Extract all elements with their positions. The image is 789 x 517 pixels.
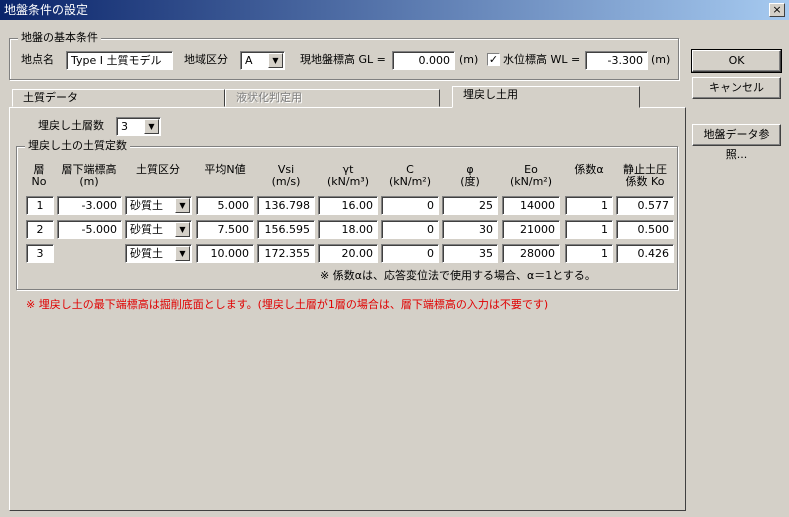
close-button[interactable]: ×: [769, 3, 785, 17]
header-eo: Eo (kN/m²): [509, 163, 552, 188]
backfill-bottom-note: ※ 埋戻し土の最下端標高は掘削底面とします。(埋戻し土層が1層の場合は、層下端標…: [26, 298, 549, 311]
tab-backfill[interactable]: 埋戻し土用: [452, 86, 640, 108]
gl-label: 現地盤標高 GL =: [300, 53, 386, 66]
header-alpha: 係数α: [574, 163, 604, 176]
row-gamma-input[interactable]: 18.00: [318, 220, 378, 239]
row-phi-input[interactable]: 35: [442, 244, 498, 263]
gl-unit: (m): [459, 53, 479, 66]
row-alpha-input[interactable]: 1: [565, 196, 613, 215]
row-n-input[interactable]: 10.000: [196, 244, 254, 263]
row-ko-input[interactable]: 0.500: [616, 220, 674, 239]
row-eo-input[interactable]: 28000: [502, 244, 560, 263]
window-titlebar: 地盤条件の設定 ×: [0, 0, 789, 20]
row-c-input[interactable]: 0: [381, 244, 439, 263]
basic-conditions-label: 地盤の基本条件: [18, 31, 101, 45]
row-alpha-input[interactable]: 1: [565, 220, 613, 239]
check-icon: ✓: [488, 53, 499, 66]
window-title: 地盤条件の設定: [4, 3, 89, 17]
row-phi-input[interactable]: 30: [442, 220, 498, 239]
ground-data-ref-button[interactable]: 地盤データ参照...: [692, 124, 781, 161]
row-vsi-input[interactable]: 172.355: [257, 244, 315, 263]
alpha-note: ※ 係数αは、応答変位法で使用する場合、α＝1とする。: [320, 269, 596, 282]
header-n: 平均N値: [204, 163, 246, 176]
backfill-layers-label: 埋戻し土層数: [38, 119, 104, 132]
tab-soil-data[interactable]: 土質データ: [12, 89, 225, 107]
cancel-button[interactable]: キャンセル: [692, 77, 781, 99]
header-no: 層 No: [31, 163, 47, 188]
backfill-layers-value: 3: [121, 120, 128, 133]
chevron-down-icon[interactable]: ▼: [175, 222, 190, 237]
ok-button[interactable]: OK: [691, 49, 782, 73]
region-value: A: [245, 54, 253, 67]
site-name-label: 地点名: [21, 53, 54, 66]
row-soil-select[interactable]: 砂質土 ▼: [125, 220, 192, 239]
row-soil-value: 砂質土: [130, 199, 163, 212]
row-gamma-input[interactable]: 16.00: [318, 196, 378, 215]
row-vsi-input[interactable]: 156.595: [257, 220, 315, 239]
header-phi: φ (度): [460, 163, 480, 188]
row-c-input[interactable]: 0: [381, 196, 439, 215]
wl-label: 水位標高 WL =: [503, 53, 581, 66]
row-depth-input[interactable]: -3.000: [57, 196, 122, 215]
wl-checkbox[interactable]: ✓: [487, 53, 500, 66]
header-c: C (kN/m²): [388, 163, 431, 188]
row-n-input[interactable]: 5.000: [196, 196, 254, 215]
row-no: 1: [26, 196, 54, 215]
row-eo-input[interactable]: 14000: [502, 196, 560, 215]
wl-unit: (m): [651, 53, 671, 66]
row-eo-input[interactable]: 21000: [502, 220, 560, 239]
chevron-down-icon[interactable]: ▼: [175, 246, 190, 261]
header-gamma: γt (kN/m³): [326, 163, 369, 188]
row-vsi-input[interactable]: 136.798: [257, 196, 315, 215]
chevron-down-icon[interactable]: ▼: [268, 53, 283, 68]
row-soil-select[interactable]: 砂質土 ▼: [125, 196, 192, 215]
chevron-down-icon[interactable]: ▼: [175, 198, 190, 213]
region-label: 地域区分: [184, 53, 228, 66]
row-no: 2: [26, 220, 54, 239]
tab-backfill-label: 埋戻し土用: [463, 88, 518, 101]
gl-input[interactable]: 0.000: [392, 51, 455, 70]
row-ko-input[interactable]: 0.577: [616, 196, 674, 215]
wl-input[interactable]: -3.300: [585, 51, 648, 70]
chevron-down-icon[interactable]: ▼: [144, 119, 159, 134]
row-soil-value: 砂質土: [130, 247, 163, 260]
row-n-input[interactable]: 7.500: [196, 220, 254, 239]
row-soil-select[interactable]: 砂質土 ▼: [125, 244, 192, 263]
header-depth: 層下端標高 (m): [61, 163, 117, 188]
tab-liquefaction: 液状化判定用: [225, 89, 440, 107]
tab-liquefaction-label: 液状化判定用: [236, 91, 302, 104]
header-soil: 土質区分: [136, 163, 180, 176]
tab-soil-data-label: 土質データ: [23, 91, 78, 104]
row-no: 3: [26, 244, 54, 263]
backfill-constants-label: 埋戻し土の土質定数: [25, 139, 130, 153]
row-soil-value: 砂質土: [130, 223, 163, 236]
row-phi-input[interactable]: 25: [442, 196, 498, 215]
row-gamma-input[interactable]: 20.00: [318, 244, 378, 263]
header-vsi: Vsi (m/s): [271, 163, 301, 188]
row-c-input[interactable]: 0: [381, 220, 439, 239]
row-alpha-input[interactable]: 1: [565, 244, 613, 263]
region-select[interactable]: A ▼: [240, 51, 285, 70]
backfill-layers-select[interactable]: 3 ▼: [116, 117, 161, 136]
close-icon: ×: [772, 3, 782, 16]
row-depth-input[interactable]: -5.000: [57, 220, 122, 239]
row-ko-input[interactable]: 0.426: [616, 244, 674, 263]
header-ko: 静止土圧 係数 Ko: [623, 163, 667, 188]
site-name-input[interactable]: Type I 土質モデル: [66, 51, 173, 70]
